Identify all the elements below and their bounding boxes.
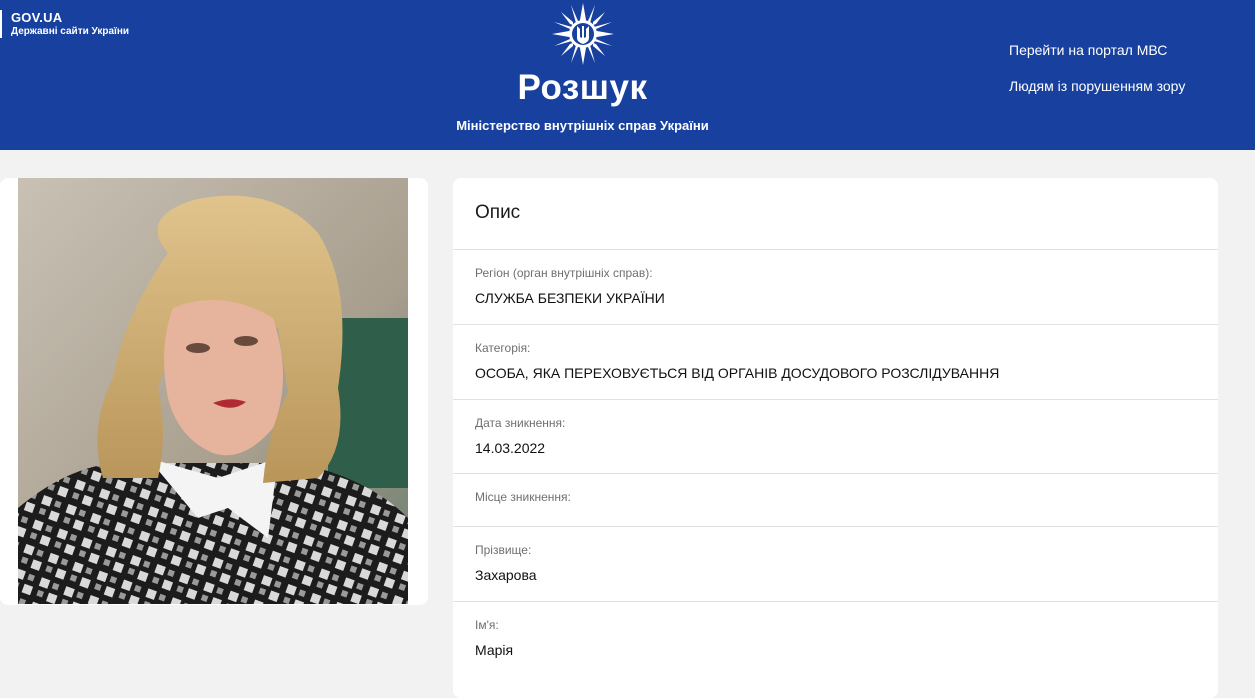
page-subtitle: Міністерство внутрішніх справ України — [456, 118, 709, 133]
field-missing-date: Дата зникнення: 14.03.2022 — [453, 400, 1218, 474]
photo-card — [0, 178, 428, 605]
description-title: Опис — [453, 178, 1218, 250]
wanted-person-photo — [18, 178, 408, 604]
description-card: Опис Регіон (орган внутрішніх справ): СЛ… — [453, 178, 1218, 698]
page-title: Розшук — [517, 68, 648, 107]
field-value: 14.03.2022 — [475, 440, 546, 456]
field-label: Регіон (орган внутрішніх справ): — [475, 266, 653, 280]
field-first-name: Ім'я: Марія — [453, 602, 1218, 682]
field-region: Регіон (орган внутрішніх справ): СЛУЖБА … — [453, 250, 1218, 325]
site-header: GOV.UA Державні сайти України Розшук Мін… — [0, 0, 1255, 150]
field-label: Категорія: — [475, 341, 531, 355]
field-label: Прізвище: — [475, 543, 532, 557]
field-value: ОСОБА, ЯКА ПЕРЕХОВУЄТЬСЯ ВІД ОРГАНІВ ДОС… — [475, 365, 1000, 381]
field-label: Місце зникнення: — [475, 490, 571, 504]
govua-subtitle: Державні сайти України — [11, 26, 130, 37]
field-category: Категорія: ОСОБА, ЯКА ПЕРЕХОВУЄТЬСЯ ВІД … — [453, 325, 1218, 400]
field-label: Ім'я: — [475, 618, 499, 632]
police-emblem-icon[interactable] — [551, 2, 615, 66]
field-value: Марія — [475, 642, 514, 658]
govua-link[interactable]: GOV.UA Державні сайти України — [0, 10, 129, 38]
field-value: СЛУЖБА БЕЗПЕКИ УКРАЇНИ — [475, 290, 665, 306]
govua-title: GOV.UA — [11, 10, 63, 25]
field-surname: Прізвище: Захарова — [453, 527, 1218, 602]
mvs-portal-link[interactable]: Перейти на портал МВС — [1009, 42, 1167, 58]
field-label: Дата зникнення: — [475, 416, 566, 430]
field-value: Захарова — [475, 567, 537, 583]
field-missing-place: Місце зникнення: — [453, 474, 1218, 527]
accessibility-link[interactable]: Людям із порушенням зору — [1009, 78, 1185, 94]
